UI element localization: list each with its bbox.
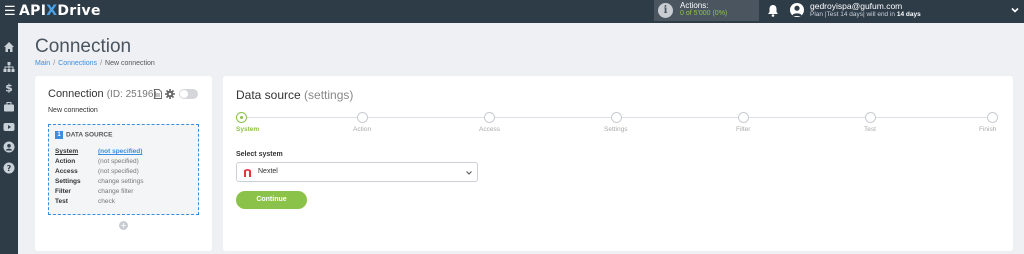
step-label-finish: Finish: [979, 126, 997, 133]
connection-card: Connection (ID: 25196) New connection 1D…: [35, 76, 212, 251]
menu-icon[interactable]: ☰: [4, 4, 16, 18]
step-label-access: Access: [479, 126, 500, 133]
top-bar: ☰ APIXDrive i Actions: 0 of 5'000 (0%) g…: [0, 0, 1024, 23]
svg-text:?: ?: [7, 164, 12, 173]
step-number-badge: 1: [55, 131, 63, 139]
user-email: gedroyispa@gufum.com: [810, 1, 903, 11]
page-title: Connection: [35, 36, 132, 57]
step-label-settings: Settings: [604, 126, 628, 133]
ds-row-filter: Filter change filter: [55, 188, 134, 195]
video-icon[interactable]: [3, 121, 15, 133]
ds-row-test: Test check: [55, 198, 115, 205]
home-icon[interactable]: [3, 41, 15, 53]
apixdrive-logo[interactable]: APIXDrive: [19, 2, 101, 20]
ds-row-settings: Settings change settings: [55, 178, 144, 185]
breadcrumb-main[interactable]: Main: [35, 60, 50, 67]
briefcase-icon[interactable]: [3, 101, 15, 113]
bell-icon[interactable]: [767, 4, 779, 17]
avatar[interactable]: [790, 3, 804, 17]
actions-counter: i Actions: 0 of 5'000 (0%): [654, 0, 759, 21]
data-source-header: 1 DATA SOURCE: [55, 131, 112, 139]
nextel-logo-icon: [244, 169, 251, 177]
connection-id: (ID: 25196): [106, 89, 157, 100]
svg-text:$: $: [5, 82, 13, 94]
user-plan: Plan |Test 14 days| will end in 14 days: [810, 11, 921, 18]
panel-title: Data source (settings): [236, 88, 354, 102]
document-icon[interactable]: [154, 89, 162, 99]
continue-button[interactable]: Continue: [236, 191, 307, 209]
system-select[interactable]: Nextel: [236, 162, 478, 182]
connection-name: New connection: [48, 107, 98, 114]
select-system-label: Select system: [236, 151, 283, 158]
ds-row-access: Access (not specified): [55, 168, 139, 175]
user-icon[interactable]: [3, 141, 15, 153]
breadcrumb: Main / Connections / New connection: [35, 60, 155, 67]
toggle-knob: [180, 90, 188, 98]
help-icon[interactable]: ?: [3, 162, 15, 174]
step-dot-finish: [987, 112, 998, 123]
data-source-block[interactable]: 1 DATA SOURCE System (not specified) Actio…: [48, 124, 199, 215]
info-icon: i: [658, 3, 673, 18]
step-dot-filter: [738, 112, 749, 123]
step-label-system[interactable]: System: [236, 126, 259, 133]
dollar-icon[interactable]: $: [3, 81, 15, 94]
ds-row-action: Action (not specified): [55, 158, 139, 165]
chevron-down-icon[interactable]: [1010, 5, 1020, 15]
actions-count: 0 of 5'000 (0%): [680, 10, 728, 17]
connection-toggle[interactable]: [179, 89, 198, 99]
step-label-test: Test: [864, 126, 876, 133]
selected-system-value: Nextel: [258, 168, 278, 175]
gear-icon[interactable]: [165, 89, 175, 99]
step-dot-settings: [611, 112, 622, 123]
breadcrumb-connections[interactable]: Connections: [58, 60, 97, 67]
step-dot-access: [484, 112, 495, 123]
chevron-down-icon[interactable]: [465, 169, 473, 177]
ds-row-system[interactable]: System (not specified): [55, 148, 195, 157]
breadcrumb-current: New connection: [105, 60, 155, 67]
connection-title: Connection (ID: 25196): [48, 88, 157, 100]
system-value-link[interactable]: (not specified): [98, 148, 142, 155]
step-label-filter: Filter: [736, 126, 751, 133]
actions-label: Actions:: [680, 1, 709, 10]
step-dot-system[interactable]: [236, 112, 247, 123]
step-dot-action: [357, 112, 368, 123]
user-avatar-icon: [792, 5, 802, 16]
step-label-action: Action: [353, 126, 372, 133]
add-step-button[interactable]: +: [119, 221, 128, 230]
step-dot-test: [865, 112, 876, 123]
sitemap-icon[interactable]: [3, 61, 15, 73]
data-source-panel: Data source (settings) System Action Acc…: [223, 76, 1013, 251]
sidebar: $ ?: [0, 23, 18, 254]
